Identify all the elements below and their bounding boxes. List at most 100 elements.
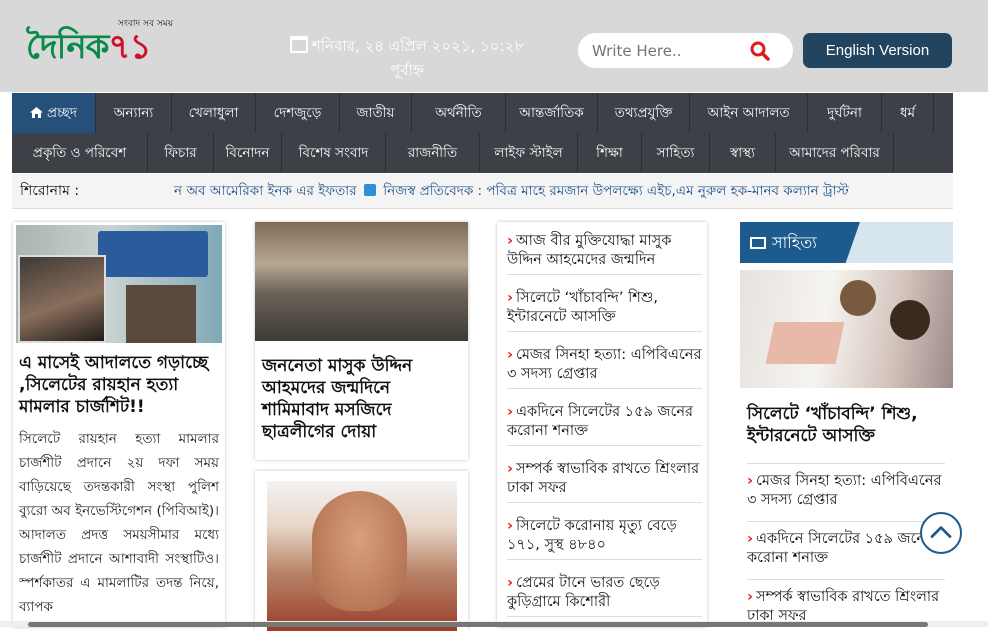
search-input[interactable] — [592, 40, 742, 62]
nav-item[interactable]: দেশজুড়ে — [256, 93, 340, 133]
nav-item[interactable]: বিনোদন — [214, 133, 282, 173]
back-to-top-icon[interactable] — [920, 512, 962, 554]
ticker-text[interactable]: ন অব আমেরিকা ইনক এর ইফতার নিজস্ব প্রতিবে… — [174, 174, 849, 208]
headline-text: সিলেটে করোনায় মৃত্যু বেড়ে ১৭১, সুস্থ ৪… — [507, 518, 677, 553]
nav-item[interactable]: রাজনীতি — [386, 133, 480, 173]
nav-item[interactable]: স্বাস্থ্য — [710, 133, 776, 173]
nav-item[interactable]: লাইফ স্টাইল — [480, 133, 578, 173]
chevron-right-icon: › — [747, 531, 753, 547]
section-tab[interactable]: সাহিত্য — [740, 222, 860, 263]
nav-item-label: অর্থনীতি — [435, 105, 482, 121]
nav-item[interactable]: অর্থনীতি — [412, 93, 506, 133]
chevron-right-icon: › — [507, 290, 513, 306]
sahitya-news-title[interactable]: সিলেটে ‘খাঁচাবন্দি’ শিশু, ইন্টারনেটে আসক… — [747, 403, 952, 447]
portrait-news-image[interactable] — [267, 481, 457, 631]
nav-item-label: দুর্ঘটনা — [827, 105, 862, 121]
nav-item[interactable]: সাহিত্য — [642, 133, 710, 173]
calendar-icon — [289, 36, 308, 53]
nav-item[interactable]: তথ্যপ্রযুক্তি — [598, 93, 690, 133]
lead-news-image[interactable] — [16, 225, 222, 343]
headline-item[interactable]: › সিলেটে করোনায় মৃত্যু বেড়ে ১৭১, সুস্থ … — [507, 517, 702, 560]
chevron-right-icon: › — [507, 461, 513, 477]
nav-row-1: প্রচ্ছদ অন্যান্য খেলাধুলা দেশজুড়ে জাতীয় অর্… — [12, 93, 934, 133]
image-portrait-inset — [18, 255, 106, 343]
headline-item[interactable]: › সম্পর্ক স্বাভাবিক রাখতে শ্রিংলার ঢাকা স… — [507, 460, 702, 503]
headline-ticker: শিরোনাম : ন অব আমেরিকা ইনক এর ইফতার নিজস… — [12, 174, 953, 209]
headline-item[interactable]: › মেজর সিনহা হত্যা: এপিবিএনের ৩ সদস্য গ্র… — [507, 346, 702, 389]
image-door — [126, 285, 196, 343]
headline-item[interactable]: › সিলেটে ‘খাঁচাবন্দি’ শিশু, ইন্টারনেটে আস… — [507, 289, 702, 332]
nav-item-label: জাতীয় — [356, 105, 395, 121]
lead-news-title[interactable]: এ মাসেই আদালতে গড়াচ্ছে ,সিলেটের রায়হান… — [19, 352, 219, 418]
nav-item[interactable]: আইন আদালত — [690, 93, 808, 133]
ticker-item[interactable]: ন অব আমেরিকা ইনক এর ইফতার — [174, 183, 357, 199]
nav-item-label: ফিচার — [164, 145, 197, 161]
top-header: সংবাদ সব সময় দৈনিক৭১ শনিবার, ২৪ এপ্রিল … — [0, 0, 988, 92]
chevron-right-icon: › — [747, 473, 753, 489]
nav-item-label: অন্যান্য — [113, 105, 154, 121]
nav-item-label: লাইফ স্টাইল — [494, 145, 563, 161]
sahitya-item-text: মেজর সিনহা হত্যা: এপিবিএনের ৩ সদস্য গ্রে… — [747, 473, 942, 508]
headline-item[interactable]: › একদিনে সিলেটের ১৫৯ জনের করোনা শনাক্ত — [507, 403, 702, 446]
ticker-item[interactable]: নিজস্ব প্রতিবেদক : পবিত্র মাহে রমজান উপল… — [383, 183, 849, 199]
ticker-label: শিরোনাম : — [20, 183, 80, 199]
chevron-right-icon: › — [507, 233, 513, 249]
sahitya-image[interactable] — [740, 270, 953, 388]
sahitya-item[interactable]: › সম্পর্ক স্বাভাবিক রাখতে শ্রিংলার ঢাকা স… — [747, 579, 945, 626]
sahitya-item-text: একদিনে সিলেটের ১৫৯ জনের করোনা শনাক্ত — [747, 531, 933, 566]
nav-item-label: রাজনীতি — [407, 145, 458, 161]
nav-item[interactable]: ফিচার — [148, 133, 214, 173]
nav-item-label: দেশজুড়ে — [273, 105, 322, 121]
portrait-face — [312, 491, 407, 611]
current-date: শনিবার, ২৪ এপ্রিল ২০২১, ১০:২৮ পূর্বাহ্ন — [276, 34, 538, 82]
nav-item-label: তথ্যপ্রযুক্তি — [614, 105, 673, 121]
chevron-right-icon: › — [507, 575, 513, 591]
logo-wordmark: দৈনিক৭১ — [26, 27, 152, 67]
headline-item[interactable]: › প্রেমের টানে ভারত ছেড়ে কুড়িগ্রামে কিশ… — [507, 574, 702, 617]
sahitya-item-text: সম্পর্ক স্বাভাবিক রাখতে শ্রিংলার ঢাকা সফ… — [747, 589, 940, 624]
home-icon — [30, 107, 44, 118]
nav-item[interactable]: জাতীয় — [340, 93, 412, 133]
nav-item[interactable]: আমাদের পরিবার — [776, 133, 894, 173]
sahitya-item[interactable]: › মেজর সিনহা হত্যা: এপিবিএনের ৩ সদস্য গ্র… — [747, 463, 945, 510]
nav-item-label: স্বাস্থ্য — [730, 145, 755, 161]
logo-red-text: ৭১ — [108, 27, 151, 67]
nav-item[interactable]: শিক্ষা — [578, 133, 642, 173]
nav-item[interactable]: প্রকৃতি ও পরিবেশ — [12, 133, 148, 173]
section-header: সাহিত্য — [740, 222, 953, 263]
horizontal-scrollbar[interactable] — [0, 621, 988, 627]
main-nav: প্রচ্ছদ অন্যান্য খেলাধুলা দেশজুড়ে জাতীয় অর্… — [12, 93, 953, 173]
nav-item-label: বিনোদন — [225, 145, 270, 161]
middle-news-card: জননেতা মাসুক উদ্দিন আহমদের জন্মদিনে শামি… — [255, 222, 468, 460]
scrollbar-thumb[interactable] — [28, 622, 928, 627]
nav-item-label: আইন আদালত — [707, 105, 790, 121]
nav-item-label: ধর্ম — [899, 105, 916, 121]
headline-text: সম্পর্ক স্বাভাবিক রাখতে শ্রিংলার ঢাকা সফ… — [507, 461, 700, 496]
nav-item[interactable]: আন্তর্জাতিক — [506, 93, 598, 133]
headline-text: সিলেটে ‘খাঁচাবন্দি’ শিশু, ইন্টারনেটে আসক… — [507, 290, 658, 325]
english-version-button[interactable]: English Version — [803, 33, 952, 68]
headline-item[interactable]: › আজ বীর মুক্তিযোদ্ধা মাসুক উদ্দিন আহমেদে… — [507, 232, 702, 275]
nav-item[interactable]: বিশেষ সংবাদ — [282, 133, 386, 173]
image-signboard — [98, 231, 208, 277]
image-laptop — [765, 322, 845, 364]
chevron-right-icon: › — [747, 589, 753, 605]
nav-item-label: সাহিত্য — [656, 145, 695, 161]
nav-item[interactable]: অন্যান্য — [96, 93, 172, 133]
nav-item[interactable]: খেলাধুলা — [172, 93, 256, 133]
date-text: শনিবার, ২৪ এপ্রিল ২০২১, ১০:২৮ পূর্বাহ্ন — [311, 37, 525, 79]
nav-item-label: প্রচ্ছদ — [47, 105, 77, 121]
lead-news-card: এ মাসেই আদালতে গড়াচ্ছে ,সিলেটের রায়হান… — [13, 222, 225, 627]
nav-item-label: খেলাধুলা — [188, 105, 239, 121]
site-logo[interactable]: সংবাদ সব সময় দৈনিক৭১ — [22, 12, 222, 72]
image-child — [840, 280, 876, 316]
middle-news-image[interactable] — [255, 222, 468, 341]
middle-news-title[interactable]: জননেতা মাসুক উদ্দিন আহমদের জন্মদিনে শামি… — [262, 355, 462, 443]
nav-item[interactable]: দুর্ঘটনা — [808, 93, 882, 133]
nav-item[interactable]: প্রচ্ছদ — [12, 93, 96, 133]
search-icon[interactable] — [750, 41, 770, 61]
nav-item[interactable]: ধর্ম — [882, 93, 934, 133]
nav-item-label: আমাদের পরিবার — [789, 145, 880, 161]
sahitya-item[interactable]: › একদিনে সিলেটের ১৫৯ জনের করোনা শনাক্ত — [747, 521, 945, 568]
headline-list: › আজ বীর মুক্তিযোদ্ধা মাসুক উদ্দিন আহমেদে… — [497, 222, 707, 627]
